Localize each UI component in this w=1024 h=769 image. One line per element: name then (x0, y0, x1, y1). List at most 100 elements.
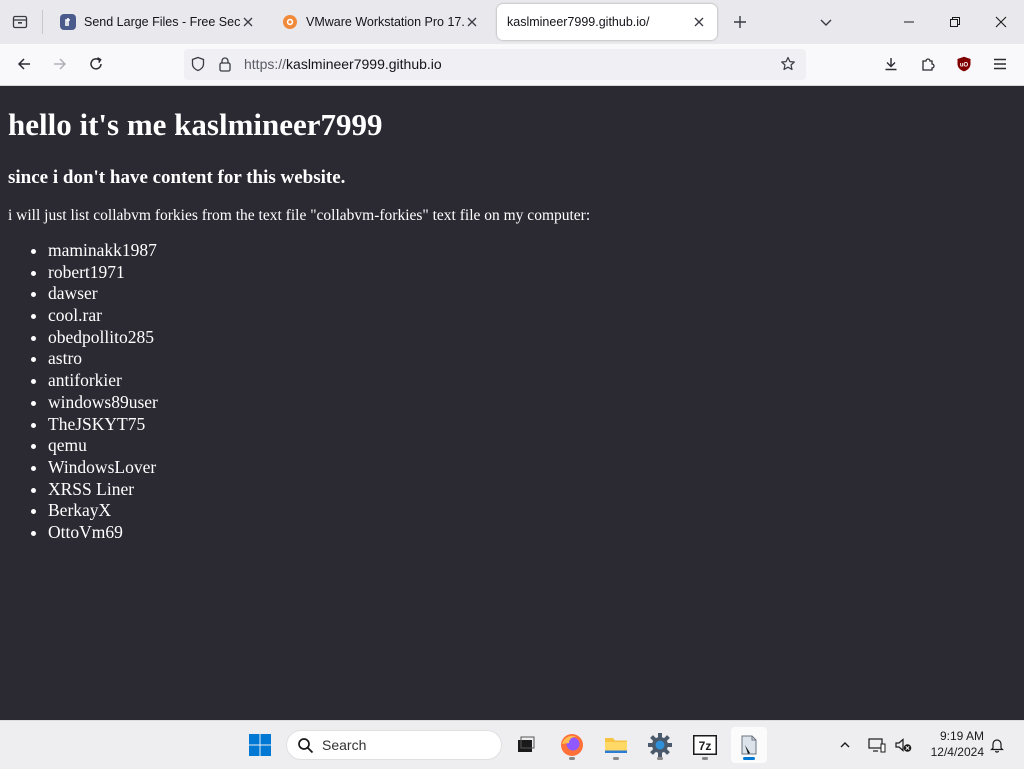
forward-arrow-icon (54, 58, 67, 70)
tab-title: Send Large Files - Free Secure F (84, 15, 240, 29)
taskbar-settings[interactable] (642, 727, 678, 763)
restore-button[interactable] (932, 0, 978, 44)
running-indicator (569, 757, 575, 760)
bookmark-star-icon[interactable] (780, 56, 796, 77)
svg-text:uO: uO (960, 63, 969, 69)
taskbar-7zip[interactable]: 7z (687, 727, 723, 763)
list-item: astro (48, 348, 158, 370)
firefox-icon (561, 734, 583, 756)
list-item: robert1971 (48, 262, 158, 284)
taskbar-active-app[interactable] (731, 727, 767, 763)
lock-icon[interactable] (218, 56, 232, 77)
7zip-icon: 7z (693, 735, 717, 755)
web-page-content: hello it's me kaslmineer7999 since i don… (0, 86, 1024, 720)
tab-separator (42, 10, 43, 34)
new-tab-button[interactable] (728, 10, 752, 34)
list-item: TheJSKYT75 (48, 414, 158, 436)
extensions-button[interactable] (913, 50, 943, 78)
intro-text: i will just list collabvm forkies from t… (8, 207, 591, 224)
list-item: obedpollito285 (48, 327, 158, 349)
list-item: WindowsLover (48, 457, 158, 479)
running-indicator (657, 757, 663, 760)
close-icon[interactable] (691, 14, 707, 30)
show-hidden-icons-button[interactable] (832, 729, 858, 761)
url-text[interactable]: https://kaslmineer7999.github.io (244, 56, 442, 72)
list-item: cool.rar (48, 305, 158, 327)
page-subheading: since i don't have content for this webs… (8, 167, 346, 188)
back-arrow-icon (17, 58, 30, 70)
tracking-protection-shield-icon[interactable] (190, 56, 206, 77)
list-item: OttoVm69 (48, 522, 158, 544)
clock-time: 9:19 AM (939, 729, 984, 743)
url-scheme: https:// (244, 56, 287, 72)
chevron-up-icon (840, 742, 850, 748)
address-bar[interactable]: https://kaslmineer7999.github.io (184, 49, 806, 80)
list-all-tabs-button[interactable] (814, 10, 838, 34)
notifications-button[interactable] (986, 729, 1008, 761)
search-placeholder: Search (322, 737, 367, 753)
app-window-icon (741, 735, 757, 755)
hamburger-menu-icon (994, 58, 1006, 70)
downloads-button[interactable] (876, 50, 906, 78)
taskbar-firefox[interactable] (554, 727, 590, 763)
tab-vmware[interactable]: VMware Workstation Pro 17.6.1 (272, 4, 490, 40)
gear-icon (648, 733, 672, 757)
running-indicator (702, 757, 708, 760)
folder-icon (605, 738, 627, 753)
tab-title: VMware Workstation Pro 17.6.1 (306, 15, 464, 29)
svg-text:7z: 7z (699, 739, 712, 753)
bell-icon (990, 739, 1004, 753)
firefox-view-button[interactable] (6, 8, 34, 36)
page-heading: hello it's me kaslmineer7999 (8, 107, 383, 142)
running-indicator (613, 757, 619, 760)
close-icon (995, 16, 1007, 28)
url-host: kaslmineer7999.github.io (286, 56, 442, 72)
task-view-button[interactable] (508, 727, 544, 763)
ublock-origin-button[interactable]: uO (949, 50, 979, 78)
chevron-down-icon (820, 19, 832, 26)
back-button[interactable] (9, 50, 39, 78)
taskbar-file-explorer[interactable] (598, 727, 634, 763)
vmware-icon (283, 15, 297, 29)
restore-icon (950, 17, 960, 27)
ublock-shield-icon: uO (957, 56, 971, 72)
clock[interactable]: 9:19 AM 12/4/2024 (918, 728, 984, 760)
close-icon[interactable] (240, 14, 256, 30)
taskbar: Search 7z 9:19 AM 12/4/2024 (0, 720, 1024, 769)
list-item: maminakk1987 (48, 240, 158, 262)
firefox-view-icon (12, 15, 28, 29)
reload-icon (90, 57, 102, 70)
menu-button[interactable] (985, 50, 1015, 78)
list-item: antiforkier (48, 370, 158, 392)
minimize-button[interactable] (886, 0, 932, 44)
windows-logo-icon (249, 734, 271, 756)
download-icon (885, 58, 897, 71)
reload-button[interactable] (81, 50, 111, 78)
tab-kaslmineer[interactable]: kaslmineer7999.github.io/ (497, 4, 717, 40)
list-item: XRSS Liner (48, 479, 158, 501)
network-status[interactable] (864, 729, 890, 761)
puzzle-icon (922, 58, 935, 71)
navigation-toolbar: https://kaslmineer7999.github.io uO (0, 44, 1024, 86)
start-button[interactable] (242, 727, 278, 763)
list-item: qemu (48, 435, 158, 457)
forkies-list: maminakk1987 robert1971 dawser cool.rar … (8, 240, 158, 544)
list-item: dawser (48, 283, 158, 305)
task-view-icon (518, 736, 535, 752)
volume-status[interactable] (890, 729, 916, 761)
list-item: BerkayX (48, 500, 158, 522)
transfer-icon (60, 14, 76, 30)
list-item: windows89user (48, 392, 158, 414)
close-icon[interactable] (464, 14, 480, 30)
forward-button[interactable] (45, 50, 75, 78)
running-indicator (743, 757, 755, 760)
tab-send-large-files[interactable]: Send Large Files - Free Secure F (50, 4, 266, 40)
close-window-button[interactable] (978, 0, 1024, 44)
plus-icon (734, 16, 746, 28)
network-icon (868, 738, 886, 753)
minimize-icon (904, 21, 914, 23)
tab-title: kaslmineer7999.github.io/ (507, 15, 650, 29)
clock-date: 12/4/2024 (930, 745, 984, 759)
taskbar-search-box[interactable]: Search (286, 730, 502, 760)
speaker-muted-icon (895, 738, 912, 752)
